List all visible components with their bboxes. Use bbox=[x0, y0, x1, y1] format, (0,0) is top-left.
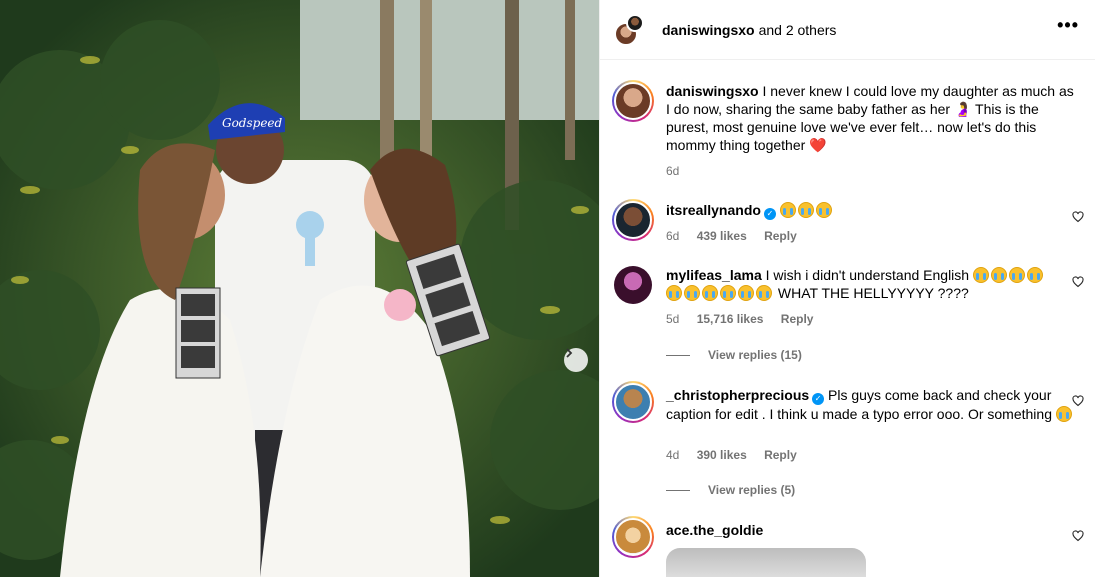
reply-button[interactable]: Reply bbox=[781, 312, 814, 326]
crying-emoji bbox=[720, 285, 736, 301]
heart-outline-icon[interactable] bbox=[1072, 211, 1084, 223]
verified-badge-icon: ✓ bbox=[763, 208, 776, 220]
view-replies-label[interactable]: View replies (15) bbox=[708, 348, 802, 362]
crying-emoji bbox=[1026, 267, 1043, 283]
crying-emoji bbox=[815, 202, 832, 218]
heart-outline-icon[interactable] bbox=[1072, 395, 1084, 407]
caption-text-block: daniswingsxo I never knew I could love m… bbox=[666, 82, 1076, 154]
comments-panel: daniswingsxo and 2 others ••• daniswings… bbox=[599, 0, 1095, 577]
comment-text-block: itsreallynando ✓ bbox=[666, 201, 1076, 220]
comment-likes[interactable]: 439 likes bbox=[697, 229, 747, 243]
avatar[interactable] bbox=[612, 264, 654, 306]
comment-text: I wish i didn't understand English bbox=[765, 267, 970, 283]
more-options-button[interactable]: ••• bbox=[1057, 16, 1079, 34]
avatar[interactable] bbox=[612, 199, 654, 241]
comment-username[interactable]: ace.the_goldie bbox=[666, 522, 763, 538]
comment-text-continued: WHAT THE HELLYYYYY ???? bbox=[777, 285, 969, 301]
crying-emoji bbox=[1008, 267, 1025, 283]
crying-emoji bbox=[779, 202, 796, 218]
reply-button[interactable]: Reply bbox=[764, 448, 797, 462]
view-replies-button[interactable]: View replies (5) bbox=[666, 483, 795, 497]
avatar bbox=[626, 13, 644, 32]
comment-media-preview[interactable] bbox=[666, 548, 866, 577]
verified-badge-icon: ✓ bbox=[812, 393, 825, 405]
caption-username[interactable]: daniswingsxo bbox=[666, 83, 759, 99]
divider bbox=[666, 354, 690, 356]
crying-emoji bbox=[666, 285, 682, 301]
header-collaborators[interactable]: and 2 others bbox=[759, 22, 837, 38]
comment-likes[interactable]: 15,716 likes bbox=[697, 312, 764, 326]
view-replies-label[interactable]: View replies (5) bbox=[708, 483, 795, 497]
avatar[interactable] bbox=[612, 80, 654, 122]
post-photo[interactable]: Godspeed bbox=[0, 0, 599, 577]
comment-time[interactable]: 6d bbox=[666, 229, 679, 243]
view-replies-button[interactable]: View replies (15) bbox=[666, 348, 802, 362]
comment-text-block: ace.the_goldie bbox=[666, 521, 1076, 539]
reply-button[interactable]: Reply bbox=[764, 229, 797, 243]
divider bbox=[666, 489, 690, 491]
crying-emoji bbox=[972, 267, 989, 283]
next-photo-button[interactable] bbox=[564, 348, 588, 372]
comment-meta: 4d 390 likes Reply bbox=[666, 448, 811, 462]
crying-emoji bbox=[990, 267, 1007, 283]
comment-likes[interactable]: 390 likes bbox=[697, 448, 747, 462]
caption-time[interactable]: 6d bbox=[666, 164, 679, 178]
svg-text:Godspeed: Godspeed bbox=[222, 116, 283, 130]
avatar[interactable] bbox=[612, 381, 654, 423]
heart-emoji: ❤️ bbox=[809, 137, 827, 153]
comment-text-block: mylifeas_lama I wish i didn't understand… bbox=[666, 266, 1076, 302]
comment-time[interactable]: 5d bbox=[666, 312, 679, 326]
heart-outline-icon[interactable] bbox=[1072, 276, 1084, 288]
heart-outline-icon[interactable] bbox=[1072, 530, 1084, 542]
post-header: daniswingsxo and 2 others ••• bbox=[600, 0, 1095, 60]
collab-avatars[interactable] bbox=[614, 13, 646, 46]
chevron-right-icon bbox=[566, 348, 573, 358]
comment-username[interactable]: mylifeas_lama bbox=[666, 267, 762, 283]
crying-emoji bbox=[756, 285, 772, 301]
comment-time[interactable]: 4d bbox=[666, 448, 679, 462]
comment-meta: 5d 15,716 likes Reply bbox=[666, 312, 827, 326]
crying-emoji bbox=[738, 285, 754, 301]
crying-emoji bbox=[1055, 406, 1072, 422]
photo-illustration: Godspeed bbox=[0, 0, 599, 577]
comment-username[interactable]: _christopherprecious bbox=[666, 387, 809, 403]
comment-meta: 6d 439 likes Reply bbox=[666, 229, 811, 243]
crying-emoji bbox=[702, 285, 718, 301]
crying-emoji bbox=[684, 285, 700, 301]
avatar[interactable] bbox=[612, 516, 654, 558]
caption-meta: 6d bbox=[666, 164, 693, 178]
header-username[interactable]: daniswingsxo bbox=[662, 22, 755, 38]
comment-text-block: _christopherprecious ✓ Pls guys come back… bbox=[666, 386, 1076, 423]
comment-username[interactable]: itsreallynando bbox=[666, 202, 761, 218]
crying-emoji bbox=[797, 202, 814, 218]
